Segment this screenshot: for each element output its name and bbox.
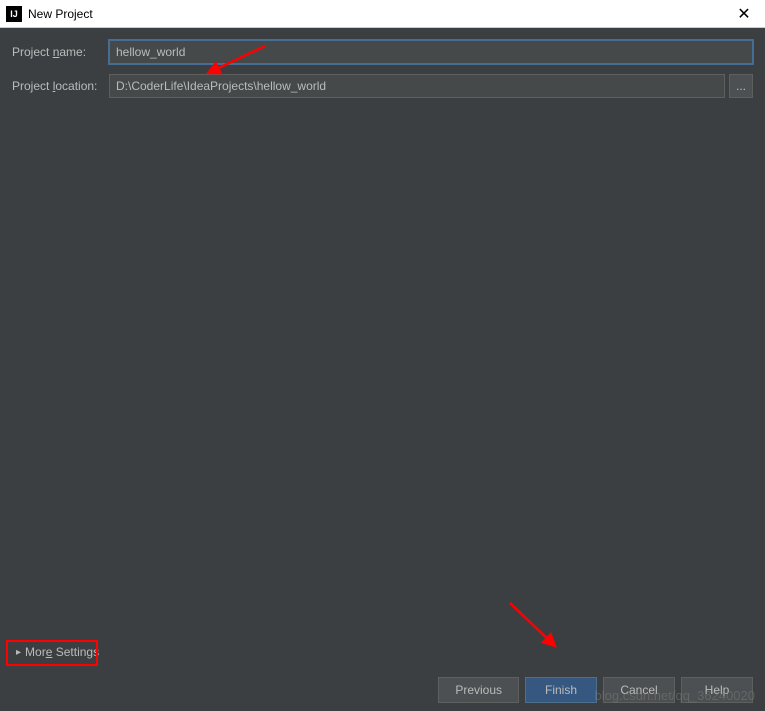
browse-button[interactable]: ... bbox=[729, 74, 753, 98]
window-title: New Project bbox=[28, 7, 729, 21]
titlebar: IJ New Project ✕ bbox=[0, 0, 765, 28]
close-button[interactable]: ✕ bbox=[729, 2, 759, 26]
button-bar: Previous Finish Cancel Help bbox=[0, 669, 765, 711]
project-location-input[interactable] bbox=[109, 74, 725, 98]
app-icon: IJ bbox=[6, 6, 22, 22]
project-location-row: Project location: ... bbox=[12, 74, 753, 98]
more-settings-label: More Settings bbox=[25, 645, 99, 659]
finish-button[interactable]: Finish bbox=[525, 677, 597, 703]
previous-button[interactable]: Previous bbox=[438, 677, 519, 703]
cancel-button[interactable]: Cancel bbox=[603, 677, 675, 703]
help-button[interactable]: Help bbox=[681, 677, 753, 703]
project-name-label: Project name: bbox=[12, 45, 109, 59]
dialog-content: Project name: Project location: ... ▸ Mo… bbox=[0, 28, 765, 669]
project-location-label: Project location: bbox=[12, 79, 109, 93]
project-name-input[interactable] bbox=[109, 40, 753, 64]
more-settings-expander[interactable]: ▸ More Settings bbox=[12, 643, 103, 661]
project-name-row: Project name: bbox=[12, 40, 753, 64]
chevron-right-icon: ▸ bbox=[16, 647, 21, 658]
